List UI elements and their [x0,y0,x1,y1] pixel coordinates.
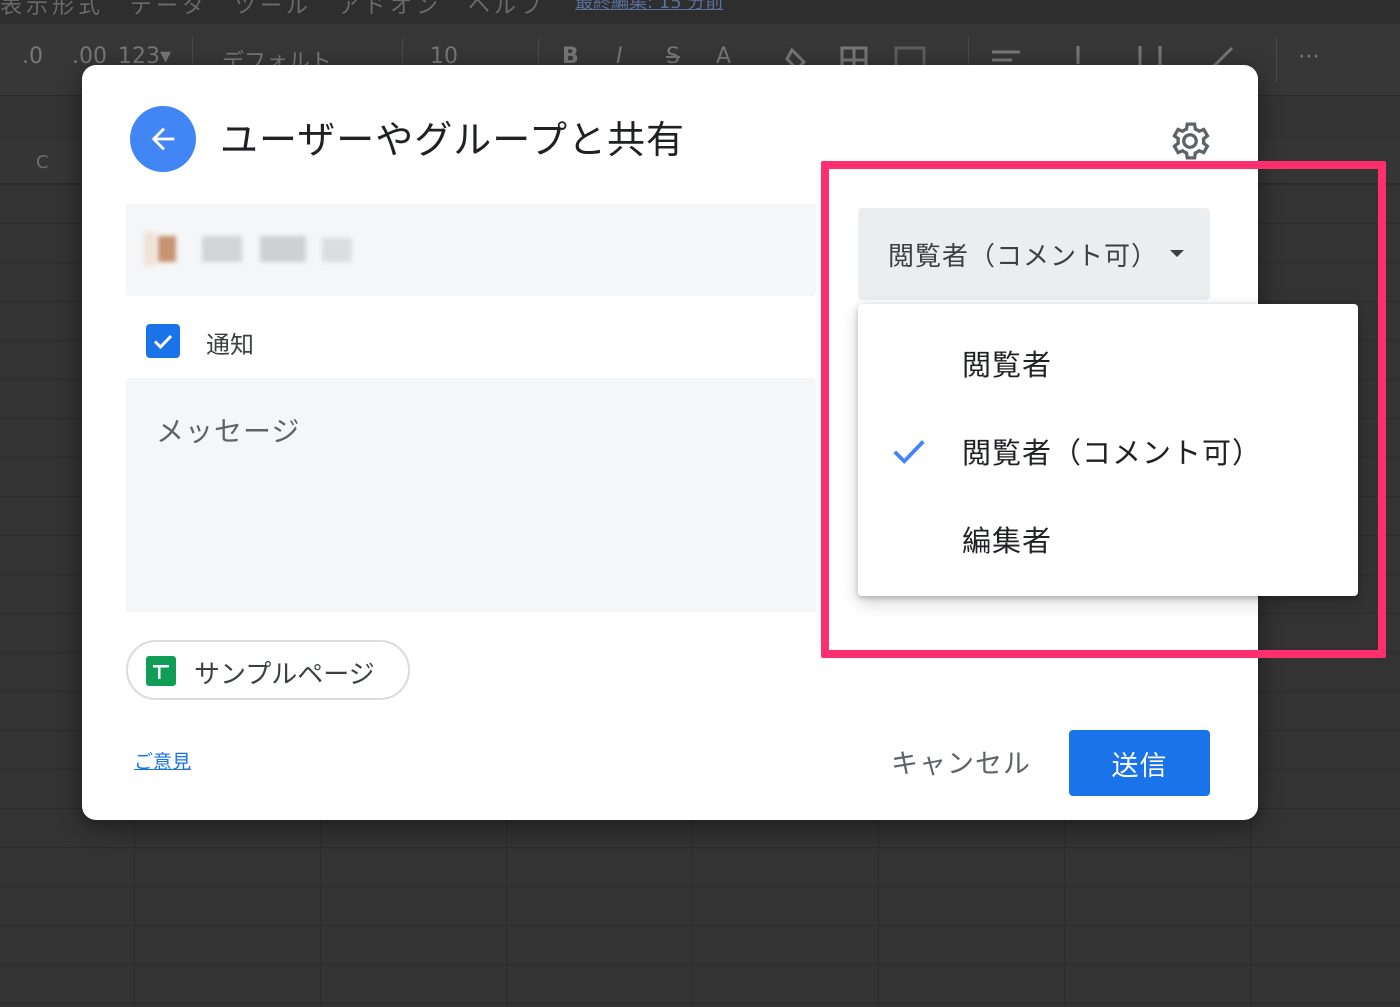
cancel-button[interactable]: キャンセル [888,731,1034,791]
menu-bar: 表示形式 データ ツール アドオン ヘルプ 最終編集: 15 分前 [0,0,1400,24]
blurred-name [260,236,306,262]
gear-icon[interactable] [1168,119,1212,163]
people-input[interactable] [126,204,816,296]
checkmark-icon [153,334,173,350]
last-edit-link[interactable]: 最終編集: 15 分前 [575,0,723,14]
notify-label: 通知 [206,331,254,359]
menu-items[interactable]: 表示形式 データ ツール アドオン ヘルプ [0,0,546,20]
back-button[interactable] [130,106,196,172]
column-header-c[interactable]: C [36,152,49,173]
highlight-annotation-frame [821,161,1386,658]
blurred-name [322,238,352,262]
decimal-decrease-button[interactable]: .0 [22,44,43,69]
message-textarea[interactable]: メッセージ [126,378,816,612]
blurred-avatar [144,232,156,266]
feedback-link[interactable]: ご意見 [134,747,191,774]
arrow-left-icon [151,127,175,151]
dialog-title: ユーザーやグループと共有 [220,118,685,162]
blurred-avatar [158,236,176,262]
message-placeholder: メッセージ [156,415,301,448]
toolbar-divider [1276,38,1277,82]
file-chip-label: サンプルページ [194,660,375,690]
blurred-name [202,236,242,262]
more-tools-button[interactable]: ⋯ [1298,44,1320,69]
sheets-grid-icon [153,665,169,679]
file-chip[interactable]: サンプルページ [126,640,410,700]
recipient-chip[interactable] [144,228,354,272]
notify-checkbox[interactable] [146,324,180,358]
send-button[interactable]: 送信 [1069,730,1210,796]
sheets-file-icon [146,656,176,686]
